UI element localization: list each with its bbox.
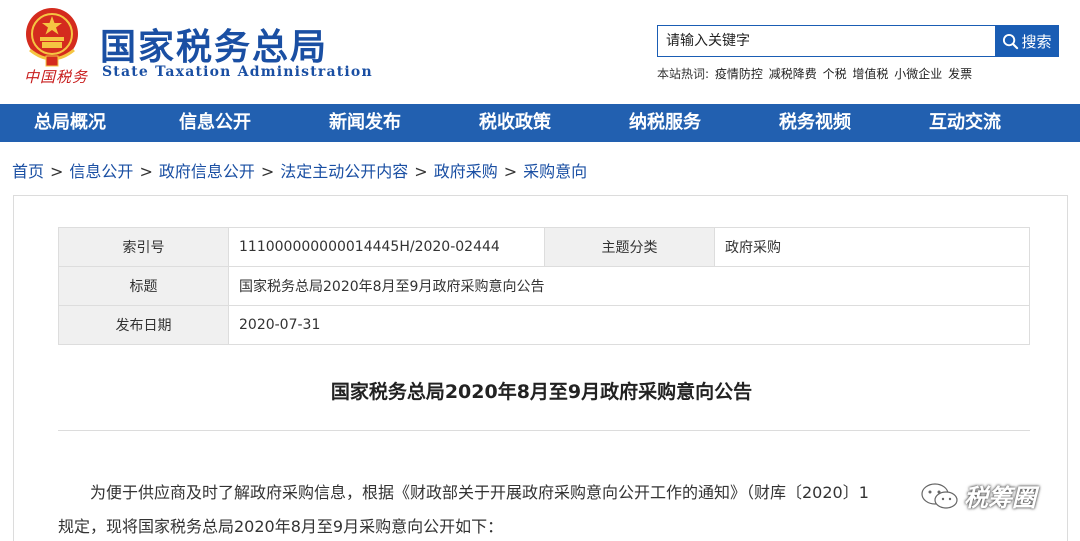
national-emblem-icon <box>26 8 78 67</box>
hot-word-link[interactable]: 小微企业 <box>894 67 942 81</box>
search-input[interactable]: 请输入关键字 <box>657 25 995 57</box>
hot-word-link[interactable]: 增值税 <box>852 67 888 81</box>
index-label: 索引号 <box>58 227 229 267</box>
article-body: 为便于供应商及时了解政府采购信息，根据《财政部关于开展政府采购意向公开工作的通知… <box>58 476 1018 541</box>
breadcrumb-procurement[interactable]: 政府采购 <box>434 162 498 181</box>
breadcrumb-statutory[interactable]: 法定主动公开内容 <box>280 162 408 181</box>
meta-table: 索引号 111000000000014445H/2020-02444 主题分类 … <box>58 227 1030 345</box>
hot-word-link[interactable]: 减税降费 <box>769 67 817 81</box>
watermark-text: 税筹圈 <box>964 484 1036 512</box>
index-value: 111000000000014445H/2020-02444 <box>228 227 545 267</box>
nav-item-news[interactable]: 新闻发布 <box>290 104 440 142</box>
hot-word-link[interactable]: 发票 <box>948 67 972 81</box>
content-panel: 索引号 111000000000014445H/2020-02444 主题分类 … <box>13 195 1068 541</box>
table-row: 发布日期 2020-07-31 <box>58 305 1030 345</box>
wechat-icon <box>921 482 958 509</box>
topic-value: 政府采购 <box>714 227 1030 267</box>
breadcrumb-separator: > <box>139 162 153 181</box>
nav-item-taxpayer-service[interactable]: 纳税服务 <box>590 104 740 142</box>
nav-item-tax-policy[interactable]: 税收政策 <box>440 104 590 142</box>
breadcrumb-separator: > <box>260 162 275 181</box>
divider <box>58 430 1030 431</box>
hot-words-label: 本站热词: <box>657 67 710 81</box>
site-title-english: State Taxation Administration <box>102 64 373 80</box>
article-line: 规定，现将国家税务总局2020年8月至9月采购意向公开如下： <box>58 517 504 536</box>
breadcrumb-separator: > <box>50 162 64 181</box>
hot-word-link[interactable]: 疫情防控 <box>715 67 763 81</box>
table-row: 索引号 111000000000014445H/2020-02444 主题分类 … <box>58 227 1030 267</box>
title-label: 标题 <box>58 266 229 306</box>
main-nav: 总局概况 信息公开 新闻发布 税收政策 纳税服务 税务视频 互动交流 <box>0 104 1080 142</box>
search-button[interactable]: 搜索 <box>995 25 1059 57</box>
watermark: 税筹圈 <box>920 478 1036 513</box>
nav-item-interaction[interactable]: 互动交流 <box>890 104 1040 142</box>
breadcrumb: 首页 > 信息公开 > 政府信息公开 > 法定主动公开内容 > 政府采购 > 采购意向 <box>12 158 587 182</box>
title-value: 国家税务总局2020年8月至9月政府采购意向公告 <box>228 266 1030 306</box>
article-line: 为便于供应商及时了解政府采购信息，根据《财政部关于开展政府采购意向公开工作的通知… <box>58 476 1018 510</box>
site-header: 中国税务 国家税务总局 State Taxation Administratio… <box>0 0 1080 104</box>
search-button-label: 搜索 <box>1021 32 1052 51</box>
search-icon <box>1003 33 1019 49</box>
hot-words: 本站热词: 疫情防控 减税降费 个税 增值税 小微企业 发票 <box>657 65 974 82</box>
article-text: 为便于供应商及时了解政府采购信息，根据《财政部关于开展政府采购意向公开工作的通知… <box>90 483 869 502</box>
breadcrumb-info-disclosure[interactable]: 信息公开 <box>69 162 133 181</box>
breadcrumb-separator: > <box>503 162 518 181</box>
table-row: 标题 国家税务总局2020年8月至9月政府采购意向公告 <box>58 266 1030 306</box>
nav-item-tax-video[interactable]: 税务视频 <box>740 104 890 142</box>
hot-word-link[interactable]: 个税 <box>823 67 847 81</box>
date-value: 2020-07-31 <box>228 305 1030 345</box>
topic-label: 主题分类 <box>544 227 715 267</box>
breadcrumb-intention[interactable]: 采购意向 <box>523 162 587 181</box>
article-title: 国家税务总局2020年8月至9月政府采购意向公告 <box>330 381 753 403</box>
date-label: 发布日期 <box>58 305 229 345</box>
nav-item-overview[interactable]: 总局概况 <box>0 104 140 142</box>
breadcrumb-gov-info[interactable]: 政府信息公开 <box>159 162 255 181</box>
nav-item-info-disclosure[interactable]: 信息公开 <box>140 104 290 142</box>
breadcrumb-home[interactable]: 首页 <box>12 162 44 181</box>
breadcrumb-separator: > <box>414 162 428 181</box>
site-title[interactable]: 国家税务总局 <box>100 18 328 70</box>
tax-seal-logo: 中国税务 <box>24 68 89 86</box>
